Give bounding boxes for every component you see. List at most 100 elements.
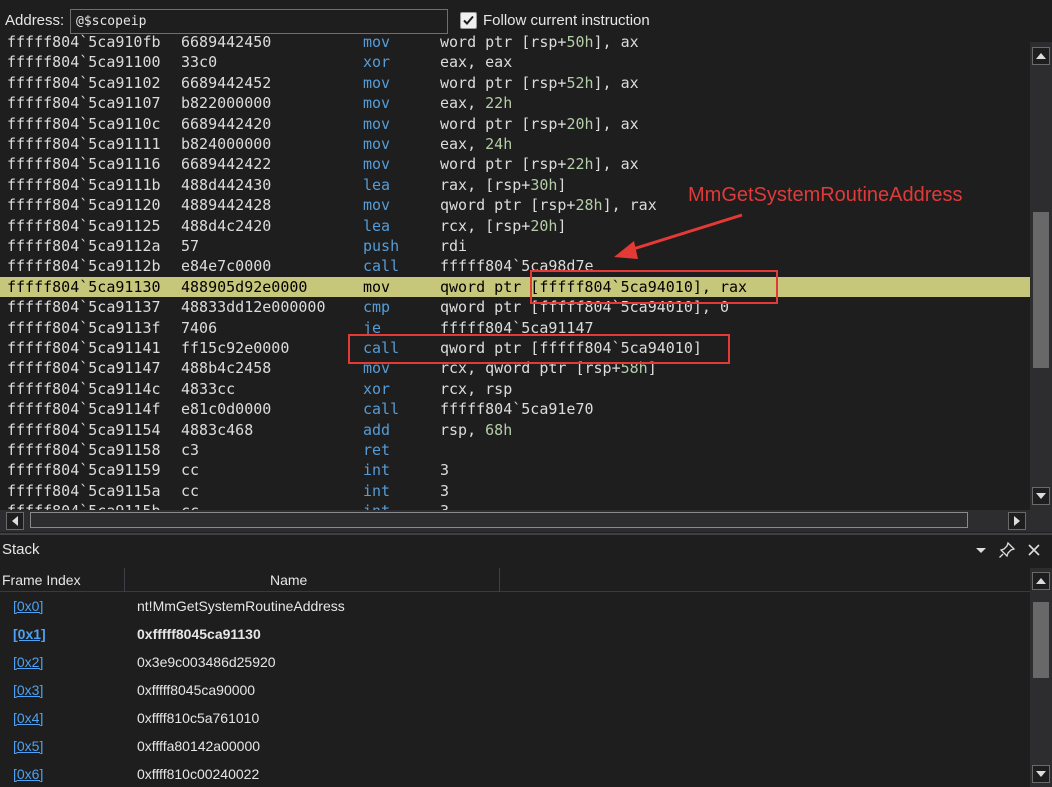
follow-current-instruction-checkbox[interactable]: [460, 12, 477, 29]
instruction-operands: rcx, [rsp+20h]: [440, 216, 566, 236]
stack-frame-row[interactable]: [0x3] 0xfffff8045ca90000: [0, 677, 1030, 705]
instruction-bytes: 488b4c2458: [181, 359, 272, 378]
disassembly-vertical-scrollbar[interactable]: [1030, 42, 1052, 510]
instruction-mnemonic: lea: [363, 175, 391, 194]
address-label: Address:: [5, 12, 65, 29]
stack-frame-row[interactable]: [0x5] 0xffffa80142a00000: [0, 733, 1030, 761]
scroll-thumb[interactable]: [1033, 212, 1049, 368]
instruction-operands: eax, 24h: [440, 134, 512, 154]
column-header-frame-index[interactable]: Frame Index: [2, 572, 81, 588]
disassembly-window: Address: Follow current instruction ffff…: [0, 0, 1052, 533]
stack-frame-row[interactable]: [0x0] nt!MmGetSystemRoutineAddress: [0, 593, 1030, 621]
arrow-down-icon: [1036, 771, 1046, 777]
frame-index-link[interactable]: [0x2]: [13, 654, 43, 670]
instruction-address: fffff804`5ca91100: [7, 53, 161, 72]
frame-index-link[interactable]: [0x6]: [13, 766, 43, 782]
stack-vertical-scrollbar[interactable]: [1030, 568, 1052, 787]
instruction-mnemonic: call: [363, 400, 400, 419]
instruction-mnemonic: mov: [363, 277, 391, 296]
instruction-mnemonic: cmp: [363, 298, 391, 317]
stack-scroll-thumb[interactable]: [1033, 602, 1049, 678]
close-button[interactable]: [1025, 541, 1043, 559]
instruction-bytes: b822000000: [181, 94, 272, 113]
disassembly-row[interactable]: fffff804`5ca9110c 6689442420 mov word ptr […: [0, 114, 1030, 134]
disassembly-row[interactable]: fffff804`5ca910fb 6689442450 mov word ptr […: [0, 34, 1030, 52]
instruction-address: fffff804`5ca91130: [7, 277, 161, 296]
column-separator[interactable]: [499, 568, 500, 592]
disassembly-row[interactable]: fffff804`5ca91102 6689442452 mov word ptr […: [0, 73, 1030, 93]
stack-scroll-up-button[interactable]: [1032, 572, 1050, 590]
operand-text: qword ptr [rsp+: [440, 196, 576, 215]
stack-frame-row[interactable]: [0x1] 0xfffff8045ca91130: [0, 621, 1030, 649]
disassembly-row[interactable]: fffff804`5ca9114c 4833cc xor rcx, rsp: [0, 379, 1030, 399]
disassembly-row[interactable]: fffff804`5ca91159 cc int 3: [0, 460, 1030, 480]
stack-scroll-down-button[interactable]: [1032, 765, 1050, 783]
disassembly-row[interactable]: fffff804`5ca9112b e84e7c0000 call fffff804`…: [0, 256, 1030, 276]
highlight-box-mov-target: [530, 270, 778, 304]
operand-immediate: 24h: [485, 135, 513, 153]
scroll-left-button[interactable]: [6, 512, 24, 530]
operand-immediate: 22h: [485, 94, 513, 113]
disassembly-row[interactable]: fffff804`5ca91125 488d4c2420 lea rcx, [rsp+…: [0, 216, 1030, 236]
column-separator[interactable]: [124, 568, 125, 592]
scroll-right-button[interactable]: [1008, 512, 1026, 530]
disassembly-row[interactable]: fffff804`5ca91100 33c0 xor eax, eax: [0, 52, 1030, 72]
frame-index-link[interactable]: [0x5]: [13, 738, 43, 754]
disassembly-row[interactable]: fffff804`5ca91154 4883c468 add rsp, 68h: [0, 420, 1030, 440]
stack-frame-row[interactable]: [0x6] 0xffff810c00240022: [0, 761, 1030, 787]
instruction-operands: 3: [440, 481, 449, 501]
instruction-bytes: cc: [181, 481, 200, 500]
disassembly-row[interactable]: fffff804`5ca9115b cc int 3: [0, 501, 1030, 510]
stack-grid-header: Frame Index Name: [0, 568, 1030, 592]
disassembly-row[interactable]: fffff804`5ca91107 b822000000 mov eax, 22h: [0, 93, 1030, 113]
instruction-address: fffff804`5ca9114f: [7, 400, 161, 419]
frame-index-link[interactable]: [0x1]: [13, 626, 46, 642]
instruction-address: fffff804`5ca9115a: [7, 481, 161, 500]
window-position-dropdown[interactable]: [972, 541, 990, 559]
disassembly-row[interactable]: fffff804`5ca9112a 57 push rdi: [0, 236, 1030, 256]
operand-text: word ptr [rsp+: [440, 155, 567, 174]
operand-text: rsp,: [440, 420, 486, 439]
disassembly-listing[interactable]: fffff804`5ca910fb 6689442450 mov word ptr […: [0, 34, 1030, 510]
instruction-address: fffff804`5ca910fb: [7, 34, 161, 51]
instruction-address: fffff804`5ca91107: [7, 94, 161, 113]
disassembly-row[interactable]: fffff804`5ca9114f e81c0d0000 call fffff804`…: [0, 399, 1030, 419]
frame-index-link[interactable]: [0x0]: [13, 598, 43, 614]
stack-frame-row[interactable]: [0x4] 0xffff810c5a761010: [0, 705, 1030, 733]
operand-immediate: 68h: [485, 420, 513, 439]
disassembly-row[interactable]: fffff804`5ca91111 b824000000 mov eax, 24h: [0, 134, 1030, 154]
operand-text: 3: [440, 461, 450, 480]
instruction-bytes: 4833cc: [181, 379, 236, 398]
frame-index-link[interactable]: [0x3]: [13, 682, 43, 698]
address-input[interactable]: [70, 9, 448, 34]
scrollbar-corner: [1030, 510, 1052, 532]
disassembly-row[interactable]: fffff804`5ca91158 c3 ret: [0, 440, 1030, 460]
disassembly-row-current[interactable]: fffff804`5ca91130 488905d92e0000 mov qword …: [0, 276, 1030, 298]
stack-frame-row[interactable]: [0x2] 0x3e9c003486d25920: [0, 649, 1030, 677]
instruction-bytes: 7406: [181, 318, 218, 337]
disassembly-horizontal-scrollbar[interactable]: [0, 510, 1030, 532]
annotation-arrow-icon: [614, 213, 743, 259]
operand-text: eax, eax: [440, 53, 513, 72]
instruction-address: fffff804`5ca9115b: [7, 501, 161, 510]
scroll-up-button[interactable]: [1032, 47, 1050, 65]
instruction-bytes: 4889442428: [181, 196, 272, 215]
instruction-mnemonic: mov: [363, 34, 391, 51]
disassembly-row[interactable]: fffff804`5ca9115a cc int 3: [0, 481, 1030, 501]
instruction-bytes: 33c0: [181, 53, 218, 72]
column-header-name[interactable]: Name: [270, 572, 307, 588]
operand-text: word ptr [rsp+: [440, 73, 567, 92]
disassembly-row[interactable]: fffff804`5ca91137 48833dd12e000000 cmp qwor…: [0, 297, 1030, 317]
pin-button[interactable]: [998, 541, 1016, 559]
arrow-down-icon: [1036, 493, 1046, 499]
operand-text: ]: [557, 175, 567, 194]
scroll-down-button[interactable]: [1032, 487, 1050, 505]
operand-immediate: 50h: [566, 34, 594, 51]
frame-index-link[interactable]: [0x4]: [13, 710, 43, 726]
instruction-mnemonic: int: [363, 481, 391, 500]
disassembly-row[interactable]: fffff804`5ca91116 6689442422 mov word ptr […: [0, 154, 1030, 174]
frame-name: 0xfffff8045ca90000: [137, 682, 256, 698]
horizontal-scroll-thumb[interactable]: [30, 512, 968, 528]
instruction-mnemonic: mov: [363, 135, 391, 153]
follow-current-instruction-label: Follow current instruction: [483, 12, 650, 29]
